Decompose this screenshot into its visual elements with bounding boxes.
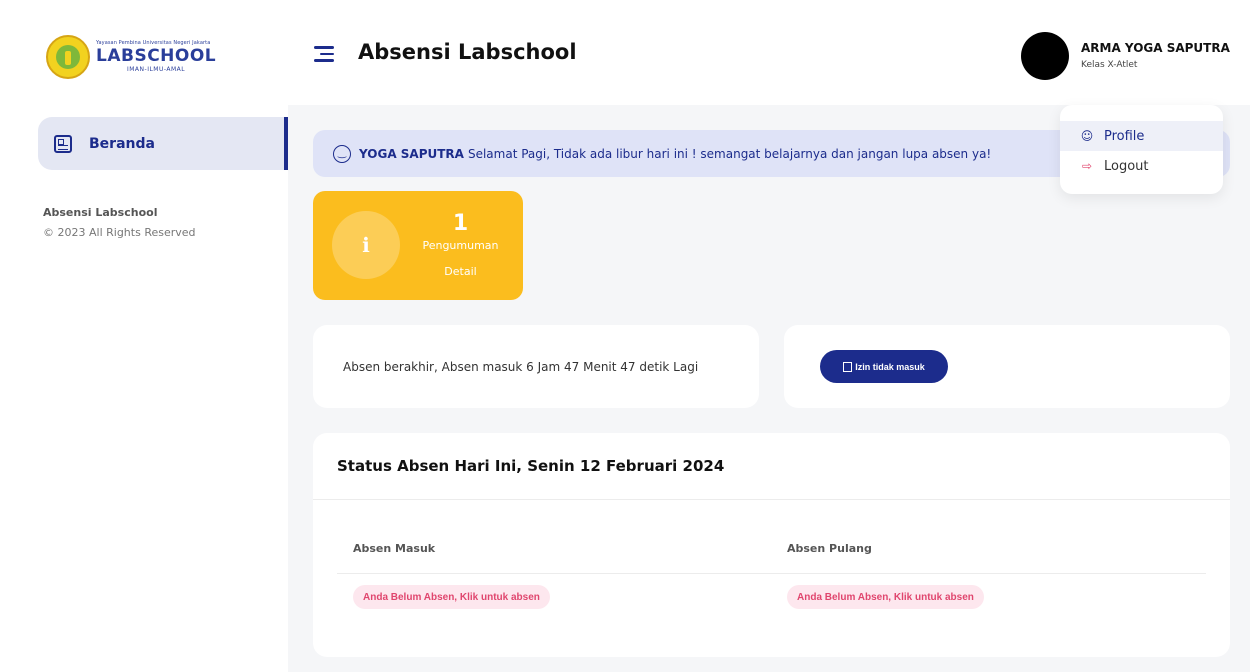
logo-text: Yayasan Pembina Universitas Negeri Jakar… [96, 41, 216, 73]
clipboard-icon [843, 361, 853, 372]
active-indicator [284, 117, 288, 170]
menu-item-logout[interactable]: ⇨ Logout [1060, 151, 1223, 181]
divider [313, 499, 1230, 500]
hamburger-menu-icon[interactable] [314, 46, 334, 62]
attendance-timer-card: Absen berakhir, Absen masuk 6 Jam 47 Men… [313, 325, 759, 408]
column-header-absen-pulang: Absen Pulang [787, 542, 872, 555]
check-out-status-badge[interactable]: Anda Belum Absen, Klik untuk absen [787, 585, 984, 609]
sidebar: Yayasan Pembina Universitas Negeri Jakar… [0, 0, 288, 672]
announcement-detail-link[interactable]: Detail [408, 265, 513, 278]
logout-icon: ⇨ [1081, 159, 1093, 173]
announcement-count: 1 [452, 211, 469, 236]
sidebar-item-label: Beranda [89, 135, 155, 152]
alert-message: Selamat Pagi, Tidak ada libur hari ini !… [467, 146, 992, 161]
leave-request-label: Izin tidak masuk [855, 361, 925, 372]
avatar[interactable] [1021, 32, 1069, 80]
user-dropdown-menu: ☺ Profile ⇨ Logout [1060, 105, 1223, 194]
check-in-status-badge[interactable]: Anda Belum Absen, Klik untuk absen [353, 585, 550, 609]
announcement-text: 1 Pengumuman Detail [408, 211, 513, 278]
logo-main-text: LABSCHOOL [96, 46, 217, 66]
footer-copyright: © 2023 All Rights Reserved [43, 226, 196, 239]
sidebar-item-beranda[interactable]: Beranda [38, 117, 288, 170]
menu-item-label: Profile [1104, 128, 1145, 144]
status-title: Status Absen Hari Ini, Senin 12 Februari… [337, 457, 725, 475]
leave-request-card: Izin tidak masuk [784, 325, 1230, 408]
alert-user-name: YOGA SAPUTRA [359, 146, 464, 161]
page-title: Absensi Labschool [358, 40, 577, 64]
sidebar-footer: Absensi Labschool © 2023 All Rights Rese… [43, 206, 196, 239]
leave-request-button[interactable]: Izin tidak masuk [820, 350, 948, 383]
dashboard-icon [54, 134, 72, 153]
labschool-logo[interactable]: Yayasan Pembina Universitas Negeri Jakar… [46, 34, 216, 80]
announcement-card[interactable]: ℹ 1 Pengumuman Detail [313, 191, 523, 300]
smile-icon: ‿ [333, 144, 351, 163]
announcement-label: Pengumuman [422, 239, 499, 252]
logo-sub-text: IMAN-ILMU-AMAL [126, 66, 186, 73]
top-header: Absensi Labschool ARMA YOGA SAPUTRA Kela… [288, 0, 1250, 105]
user-icon: ☺ [1080, 129, 1094, 143]
labschool-seal-icon [46, 35, 90, 79]
user-class: Kelas X-Atlet [1081, 60, 1138, 70]
menu-item-label: Logout [1104, 158, 1149, 174]
footer-title: Absensi Labschool [43, 206, 158, 219]
attendance-timer-text: Absen berakhir, Absen masuk 6 Jam 47 Men… [343, 359, 699, 374]
menu-item-profile[interactable]: ☺ Profile [1060, 121, 1223, 151]
info-icon: ℹ [332, 211, 400, 279]
user-name[interactable]: ARMA YOGA SAPUTRA [1081, 41, 1230, 55]
divider [337, 573, 1206, 574]
column-header-absen-masuk: Absen Masuk [353, 542, 436, 555]
attendance-status-card: Status Absen Hari Ini, Senin 12 Februari… [313, 433, 1230, 657]
